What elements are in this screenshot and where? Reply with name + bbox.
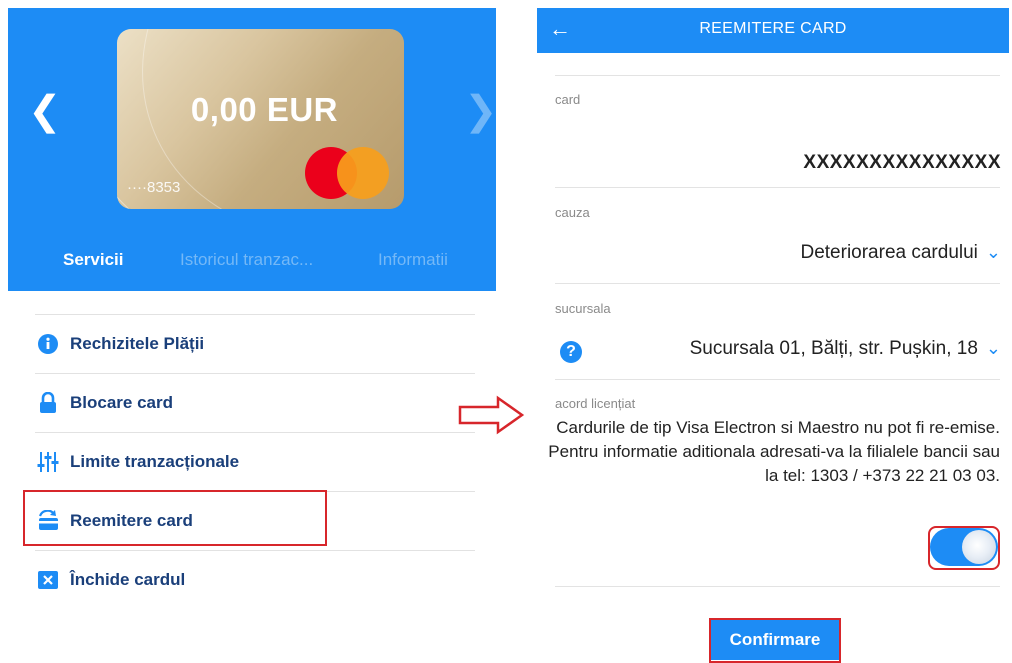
chevron-left-icon[interactable]: ❮ xyxy=(28,88,62,134)
info-icon xyxy=(37,333,59,355)
menu-item-limite[interactable]: Limite tranzacționale xyxy=(35,432,475,491)
highlight-box-toggle xyxy=(928,526,1000,570)
chevron-right-icon[interactable]: ❯ xyxy=(464,88,498,134)
chevron-down-icon: ⌄ xyxy=(985,242,1001,262)
card-balance: 0,00 EUR xyxy=(190,91,338,128)
card-header: ❮ ❯ 0,00 EUR ····8353 Servicii Istoricul… xyxy=(8,8,498,291)
acord-field-label: acord licențiat xyxy=(555,396,636,411)
cauza-select[interactable]: Deteriorarea cardului ⌄ xyxy=(800,242,1001,264)
reissue-card-screen: ← REEMITERE CARD card XXXXXXXXXXXXXXX ca… xyxy=(537,8,1009,663)
sucursala-select-value: Sucursala 01, Bălți, str. Pușkin, 18 xyxy=(689,338,978,359)
card-field-label: card xyxy=(555,92,581,107)
menu-item-blocare[interactable]: Blocare card xyxy=(35,373,475,432)
lock-icon xyxy=(37,392,59,414)
tab-bar: Servicii Istoricul tranzac... Informatii xyxy=(8,250,496,280)
card-number: ····8353 xyxy=(127,179,181,196)
card-services-screen: ❮ ❯ 0,00 EUR ····8353 Servicii Istoricul… xyxy=(0,0,500,663)
cauza-select-value: Deteriorarea cardului xyxy=(800,242,978,263)
bank-card[interactable]: 0,00 EUR ····8353 xyxy=(117,29,404,209)
menu-item-rechizitele[interactable]: Rechizitele Plății xyxy=(35,314,475,373)
card-field-value[interactable]: XXXXXXXXXXXXXXX xyxy=(803,152,1001,174)
menu-item-inchide[interactable]: Închide cardul xyxy=(35,550,475,609)
chevron-down-icon: ⌄ xyxy=(985,338,1001,358)
mastercard-logo-circle xyxy=(337,147,389,199)
cauza-field-label: cauza xyxy=(555,205,590,220)
page-title: REEMITERE CARD xyxy=(699,20,847,37)
highlight-box-confirm xyxy=(709,618,841,663)
help-icon[interactable]: ? xyxy=(560,341,582,363)
sucursala-select[interactable]: Sucursala 01, Bălți, str. Pușkin, 18 ⌄ xyxy=(690,338,1001,360)
services-menu: Rechizitele Plății Blocare card Limite t… xyxy=(35,314,475,609)
highlight-box-reemitere xyxy=(23,490,327,546)
app-header: ← REEMITERE CARD xyxy=(537,8,1009,53)
tab-istoricul[interactable]: Istoricul tranzac... xyxy=(180,250,313,270)
tab-informatii[interactable]: Informatii xyxy=(378,250,448,270)
sucursala-field-label: sucursala xyxy=(555,301,611,316)
tab-servicii[interactable]: Servicii xyxy=(63,250,124,270)
arrow-right-icon xyxy=(458,395,525,435)
license-text: Cardurile de tip Visa Electron si Maestr… xyxy=(548,418,1000,485)
sliders-icon xyxy=(37,451,59,473)
close-box-icon xyxy=(37,569,59,591)
